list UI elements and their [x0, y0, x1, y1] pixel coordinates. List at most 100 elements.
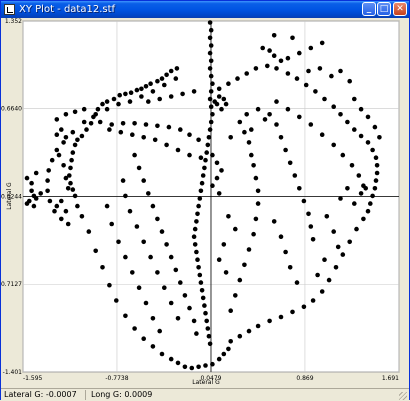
data-point	[194, 249, 199, 255]
data-point	[358, 191, 364, 196]
data-point	[200, 173, 206, 178]
data-point	[345, 186, 350, 191]
data-point	[118, 129, 124, 135]
data-point	[132, 121, 137, 126]
data-point	[29, 188, 34, 194]
data-point	[340, 152, 346, 158]
data-point	[246, 328, 252, 334]
data-point	[363, 186, 369, 191]
data-point	[278, 314, 284, 320]
data-point	[278, 135, 284, 140]
data-point	[159, 351, 165, 357]
data-point	[195, 257, 200, 262]
data-point	[214, 160, 220, 166]
data-point	[319, 132, 325, 137]
data-point	[70, 129, 76, 135]
x-tick-label: 1.691	[382, 375, 399, 382]
data-point	[69, 157, 74, 163]
data-point	[271, 53, 277, 58]
data-point	[162, 82, 167, 88]
data-point	[61, 140, 66, 145]
data-point	[175, 316, 181, 321]
data-point	[246, 247, 252, 252]
data-point	[370, 147, 375, 153]
data-point	[219, 106, 224, 112]
data-point	[365, 208, 371, 214]
data-point	[267, 112, 272, 117]
data-point	[358, 133, 364, 139]
minimize-button[interactable]: _	[362, 2, 376, 16]
data-point	[187, 132, 192, 137]
data-point	[333, 265, 339, 270]
data-point	[54, 147, 60, 153]
data-point	[237, 333, 243, 339]
data-point	[127, 208, 133, 214]
data-point	[203, 157, 208, 163]
data-point	[368, 201, 373, 206]
data-point	[33, 170, 39, 176]
data-point	[319, 40, 325, 46]
data-point	[226, 81, 231, 86]
maximize-button[interactable]: □	[377, 2, 391, 16]
data-point	[97, 119, 103, 125]
data-point	[198, 188, 204, 194]
data-point	[374, 170, 380, 176]
data-point	[377, 135, 382, 140]
data-point	[216, 86, 222, 92]
data-point	[285, 106, 291, 112]
window-title: XY Plot - data12.stf	[19, 4, 116, 15]
data-point	[192, 226, 198, 232]
data-point	[322, 96, 327, 102]
data-point	[267, 318, 272, 324]
data-point	[221, 351, 227, 357]
data-point	[63, 135, 69, 140]
xy-plot[interactable]: 1.3520.6640-0.0244-0.7127-1.401 -1.595 -0…	[1, 18, 409, 388]
title-bar[interactable]: XY Plot - data12.stf _ □ ✕	[1, 1, 409, 18]
data-point	[143, 84, 149, 89]
data-point	[123, 254, 128, 260]
chart-app-icon	[4, 4, 15, 15]
data-point	[146, 99, 151, 104]
data-point	[150, 344, 156, 349]
data-point	[202, 165, 207, 171]
data-point	[132, 326, 137, 331]
resize-grip-icon[interactable]	[399, 392, 407, 400]
close-button[interactable]: ✕	[393, 2, 407, 16]
data-point	[148, 81, 153, 86]
data-point	[187, 305, 192, 311]
data-point	[164, 242, 169, 247]
data-point	[146, 191, 151, 196]
data-point	[290, 309, 295, 315]
data-point	[116, 101, 121, 107]
data-point	[100, 101, 105, 107]
data-point	[253, 66, 259, 71]
data-point	[308, 122, 314, 127]
data-point	[297, 186, 302, 191]
data-point	[221, 96, 227, 102]
data-point	[207, 127, 213, 132]
data-point	[297, 114, 302, 120]
data-point	[345, 119, 350, 125]
data-point	[95, 106, 101, 112]
data-point	[237, 277, 243, 283]
data-point	[116, 239, 121, 245]
data-point	[168, 68, 174, 74]
data-point	[143, 300, 149, 306]
data-point	[335, 244, 341, 250]
data-point	[198, 155, 204, 160]
data-point	[166, 124, 172, 130]
data-point	[174, 66, 180, 71]
data-point	[189, 365, 195, 371]
y-tick-label: 1.352	[5, 18, 22, 25]
data-point	[123, 91, 128, 97]
data-point	[127, 99, 133, 104]
data-point	[157, 328, 162, 334]
data-point	[65, 186, 71, 191]
data-point	[136, 165, 142, 171]
data-point	[207, 66, 213, 71]
data-point	[143, 122, 149, 127]
data-point	[155, 78, 160, 84]
data-point	[141, 178, 146, 183]
data-point	[290, 35, 295, 41]
data-point	[72, 193, 78, 199]
